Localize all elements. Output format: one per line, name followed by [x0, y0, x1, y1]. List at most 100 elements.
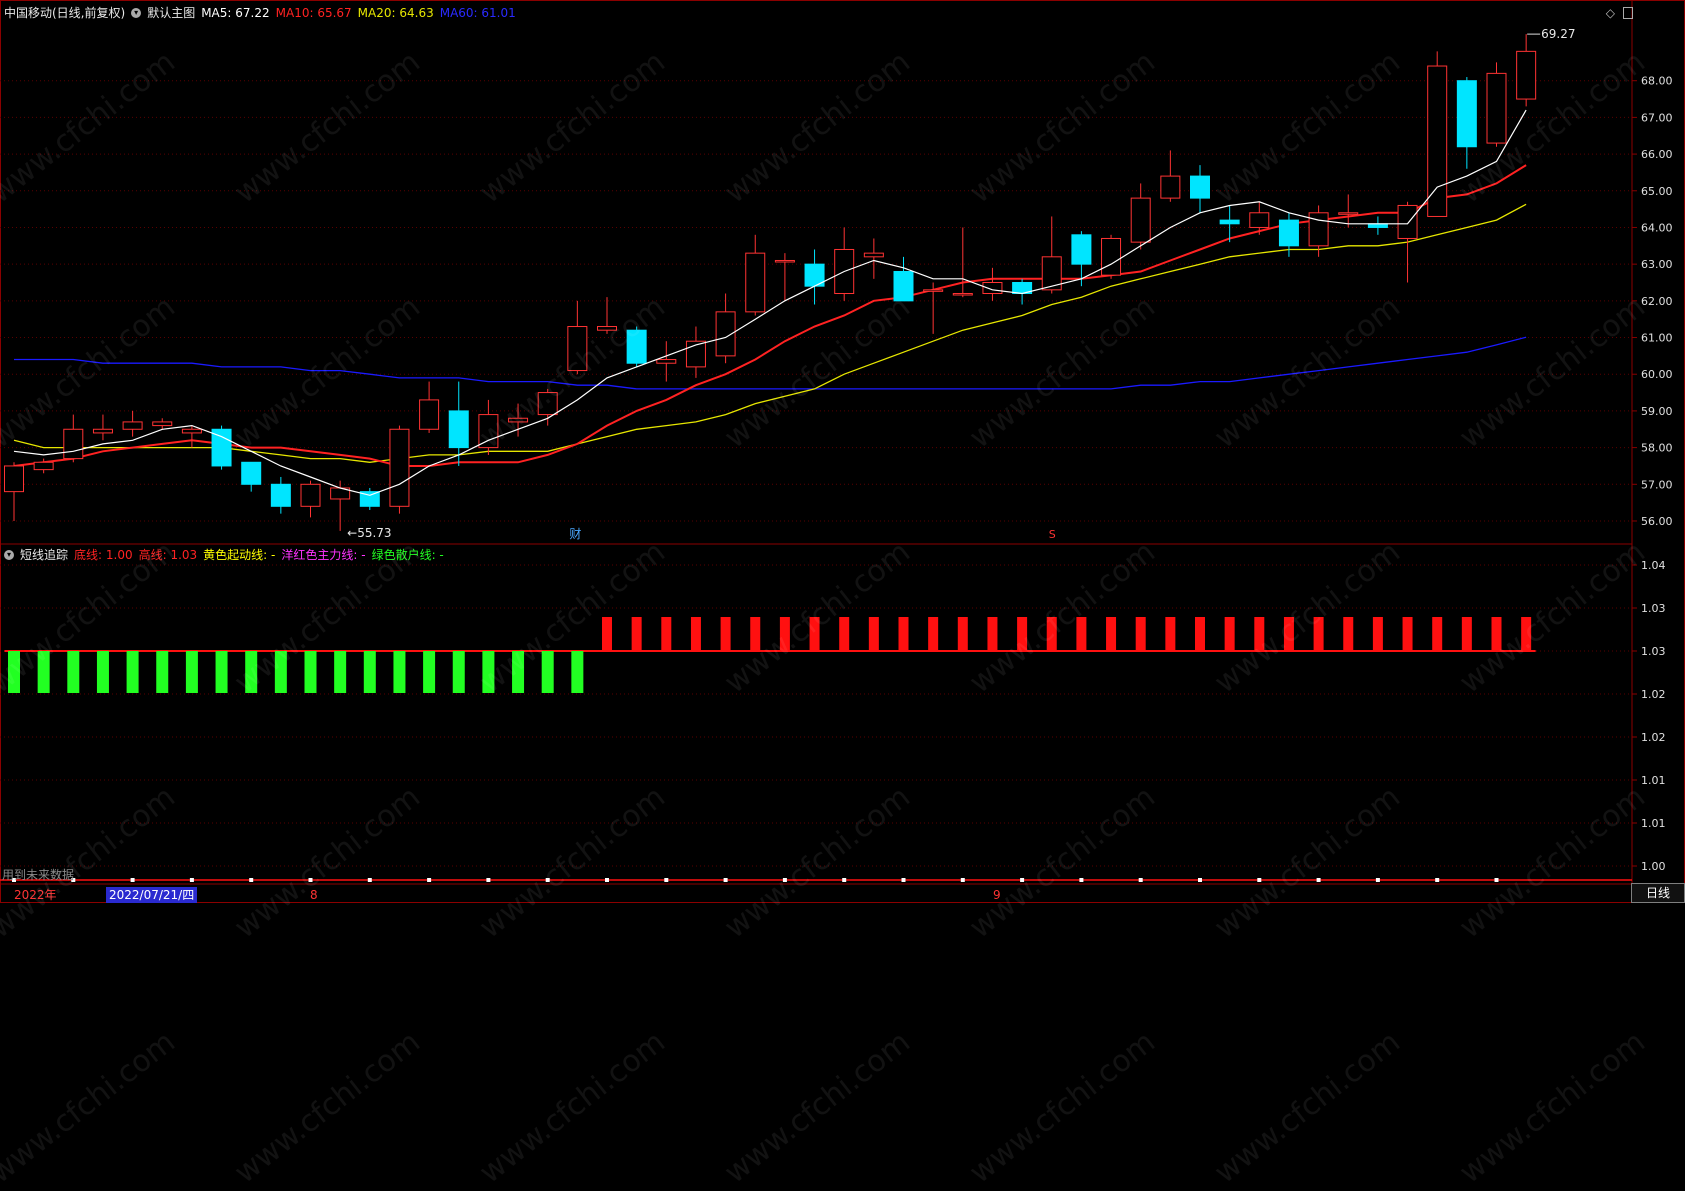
green-bar [156, 651, 169, 693]
bottom-dot [1435, 878, 1440, 882]
candle [1516, 34, 1537, 107]
candle-body [745, 252, 766, 313]
watermark-text: www.cfchi.com [473, 1024, 672, 1191]
bottom-dot [1138, 878, 1143, 882]
candle-body [1308, 212, 1329, 247]
green-bar [363, 651, 376, 693]
ma60-legend: MA60: 61.01 [439, 5, 516, 20]
green-bar [512, 651, 525, 693]
bottom-dot [1079, 878, 1084, 882]
stock-title[interactable]: 中国移动(日线,前复权) [4, 4, 125, 21]
candle-body [1249, 212, 1270, 228]
candle [863, 238, 884, 279]
indicator-name[interactable]: 短线追踪 [20, 546, 68, 563]
price-tick-label: 63.00 [1641, 258, 1673, 271]
candle-body [656, 359, 677, 364]
bottom-dot [1316, 878, 1321, 882]
bottom-dot [308, 878, 313, 882]
low-price-label: ←55.73 [347, 526, 391, 540]
green-line-legend: 绿色散户线: - [371, 548, 444, 562]
bottom-dot [664, 878, 669, 882]
red-bar [690, 617, 701, 651]
green-bar [215, 651, 228, 693]
red-bar [928, 617, 939, 651]
candle [952, 227, 973, 298]
candle [359, 487, 380, 510]
candle [419, 381, 440, 433]
watermark-text: www.cfchi.com [718, 1024, 917, 1191]
high-line-legend: 高线: 1.03 [138, 548, 198, 562]
bottom-dot [1494, 878, 1499, 882]
bottom-dot [901, 878, 906, 882]
candle [241, 461, 262, 492]
indicator-tick-label: 1.03 [1641, 602, 1666, 615]
month-label-9: 9 [993, 888, 1001, 902]
high-price-label: 69.27 [1541, 27, 1575, 41]
green-bar [304, 651, 317, 693]
price-tick-label: 65.00 [1641, 185, 1673, 198]
red-bar [1491, 617, 1502, 651]
candle [1101, 234, 1122, 279]
watermark-text: www.cfchi.com [228, 1024, 427, 1191]
red-bar [809, 617, 820, 651]
price-tick-label: 59.00 [1641, 405, 1673, 418]
candle [1397, 201, 1418, 283]
candle [774, 253, 795, 301]
red-bar [779, 617, 790, 651]
diamond-icon[interactable]: ◇ [1606, 6, 1615, 20]
dropdown-icon[interactable]: ▾ [4, 549, 14, 560]
bottom-dot [545, 878, 550, 882]
chart-canvas[interactable]: 56.00 57.00 58.00 59.00 60.00 61.00 62.00 63.00… [0, 0, 1685, 903]
green-bar [245, 651, 258, 693]
candle-body [1516, 50, 1537, 100]
candle-body [448, 410, 469, 449]
candle [1367, 216, 1388, 235]
bottom-dot [1375, 878, 1380, 882]
candle [92, 414, 113, 441]
candle-body [567, 326, 588, 372]
period-button[interactable]: 日线 [1631, 883, 1685, 903]
candle [893, 256, 914, 302]
template-name[interactable]: 默认主图 [147, 4, 195, 21]
candle-body [63, 428, 84, 460]
sub-chart-header: ▾ 短线追踪 底线: 1.00 高线: 1.03 黄色起动线: - 洋红色主力线… [4, 546, 444, 563]
watermark-text: www.cfchi.com [1453, 1024, 1652, 1191]
candle [567, 300, 588, 375]
candle-body [241, 461, 262, 485]
candle-body [152, 421, 173, 427]
watermark-text: www.cfchi.com [0, 1024, 182, 1191]
dropdown-icon[interactable]: ▾ [131, 7, 142, 18]
green-bar [541, 651, 554, 693]
candle [1427, 51, 1448, 217]
red-bar [720, 617, 731, 651]
red-bar [1017, 617, 1028, 651]
bottom-dot [427, 878, 432, 882]
red-bar [750, 617, 761, 651]
window-icon[interactable] [1623, 7, 1633, 19]
candle [834, 227, 855, 301]
chart-window[interactable]: 56.00 57.00 58.00 59.00 60.00 61.00 62.00 63.00… [0, 0, 1685, 903]
red-bar [1046, 617, 1057, 651]
watermark-text: www.cfchi.com [963, 1024, 1162, 1191]
candle [804, 249, 825, 305]
cursor-date: 2022/07/21/四 [106, 887, 198, 903]
candle-body [952, 293, 973, 296]
red-bar [1165, 617, 1176, 651]
ma20-line [13, 203, 1527, 463]
bottom-dot [367, 878, 372, 882]
red-bar [1402, 617, 1413, 651]
year-label: 2022年 [14, 888, 57, 902]
bottom-dot [605, 878, 609, 882]
candle-body [1427, 65, 1448, 217]
bottom-dot [842, 878, 847, 882]
candle [745, 234, 766, 316]
ma10-line [13, 164, 1527, 467]
candle [537, 388, 558, 426]
candle-body [1219, 219, 1240, 225]
red-bar [1195, 617, 1205, 651]
candle-body [1397, 204, 1418, 239]
red-bar [898, 617, 909, 651]
green-bar [8, 651, 20, 693]
candle [1130, 183, 1151, 250]
indicator-tick-label: 1.00 [1641, 860, 1666, 873]
